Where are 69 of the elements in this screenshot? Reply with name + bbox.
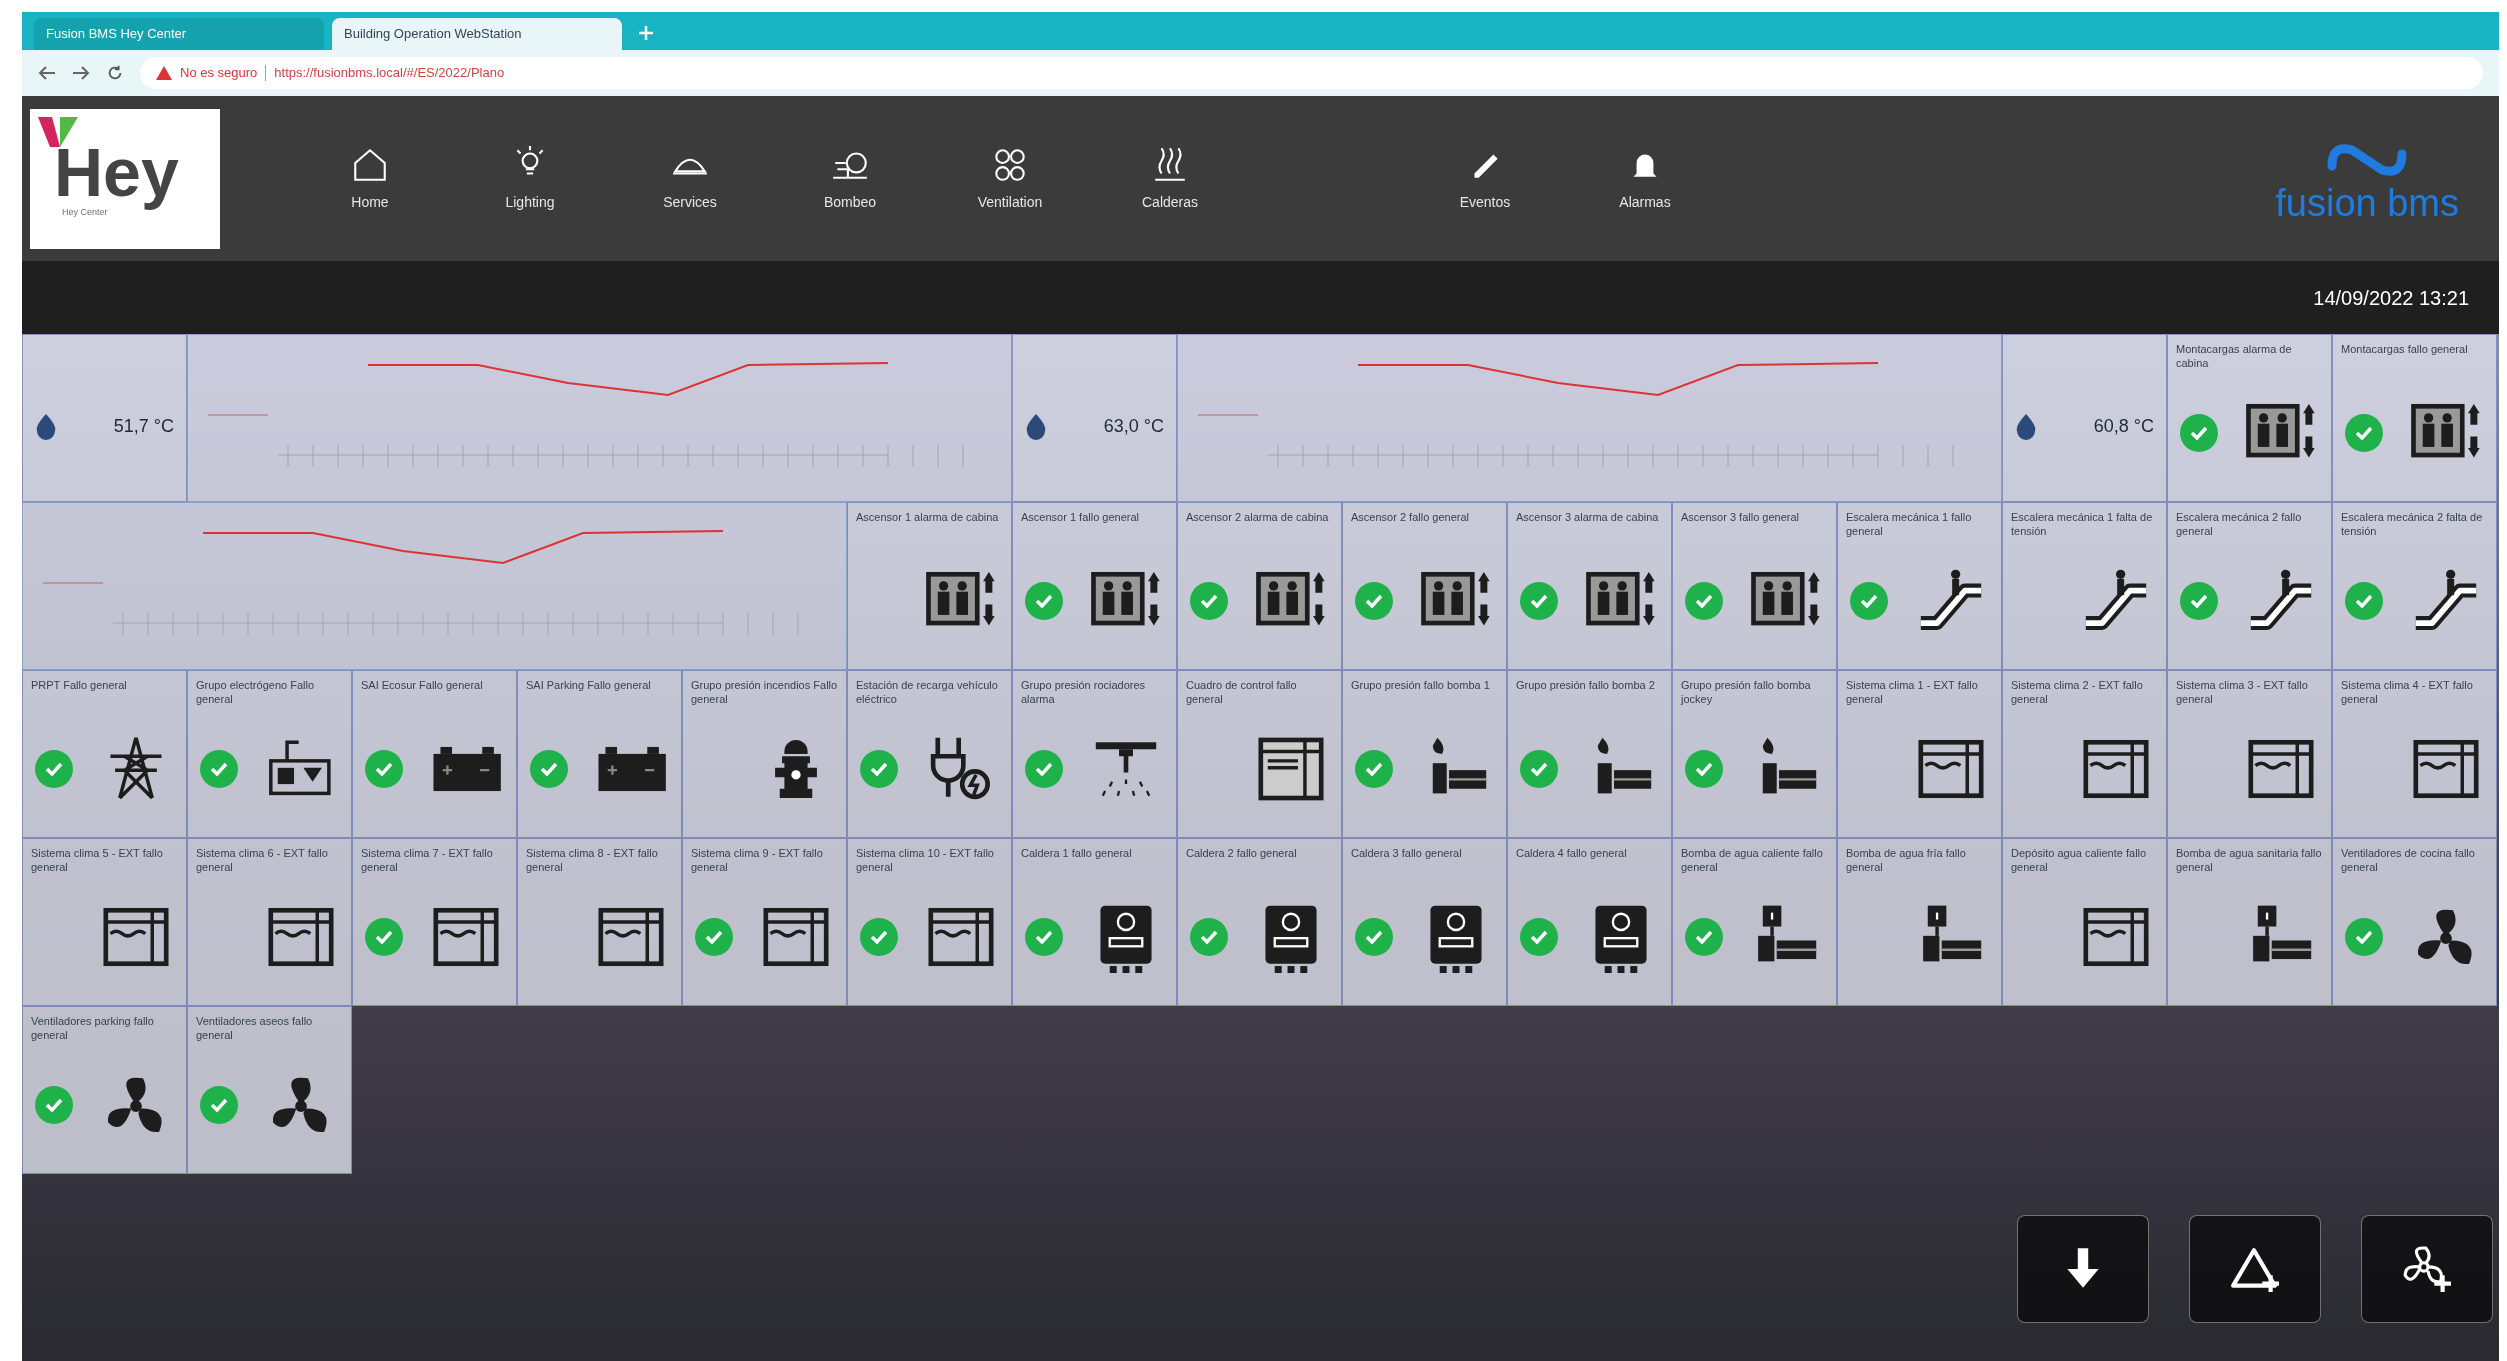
tile-title: Grupo presión rociadores alarma xyxy=(1021,679,1147,707)
tile-title: Caldera 3 fallo general xyxy=(1351,847,1463,861)
nav-button[interactable]: Services xyxy=(610,144,770,213)
tile-title: Ascensor 1 fallo general xyxy=(1021,511,1140,525)
tile-title: Ascensor 3 alarma de cabina xyxy=(1516,511,1660,525)
tile-title: Sistema clima 9 - EXT fallo general xyxy=(691,847,824,875)
tile-title: Sistema clima 5 - EXT fallo general xyxy=(31,847,164,875)
nav-button[interactable]: Alarmas xyxy=(1565,144,1725,213)
reload-icon[interactable] xyxy=(106,64,124,82)
tile-title: Sistema clima 8 - EXT fallo general xyxy=(526,847,659,875)
tile-title: Sistema clima 3 - EXT fallo general xyxy=(2176,679,2309,707)
tile-title: Ascensor 1 alarma de cabina xyxy=(856,511,1000,525)
tile-title: Ascensor 3 fallo general xyxy=(1681,511,1800,525)
fan-add-button[interactable] xyxy=(2361,1215,2493,1323)
temperature-reading: 60,8 °C xyxy=(2093,415,2154,438)
tile-title: Escalera mecánica 1 fallo general xyxy=(1846,511,1973,539)
tile-title: Bomba de agua sanitaria fallo general xyxy=(2176,847,2323,875)
tile-title: Bomba de agua caliente fallo general xyxy=(1681,847,1824,875)
temperature-reading: 51,7 °C xyxy=(113,415,174,438)
nav-button[interactable]: Calderas xyxy=(1090,144,1250,213)
tile-title: Depósito agua caliente fallo general xyxy=(2011,847,2148,875)
tile-title: Ventiladores parking fallo general xyxy=(31,1015,155,1043)
tile-title: Grupo presión fallo bomba jockey xyxy=(1681,679,1812,707)
alarm-add-button[interactable] xyxy=(2189,1215,2321,1323)
security-warning: No es seguro xyxy=(180,64,258,83)
tile-title: Sistema clima 6 - EXT fallo general xyxy=(196,847,329,875)
nav-button[interactable]: Bombeo xyxy=(770,144,930,213)
tile-title: Sistema clima 10 - EXT fallo general xyxy=(856,847,995,875)
tile-title: Ventiladores aseos fallo general xyxy=(196,1015,314,1043)
tile-title: Cuadro de control fallo general xyxy=(1186,679,1298,707)
tile-title: Caldera 2 fallo general xyxy=(1186,847,1298,861)
nav-button[interactable]: Ventilation xyxy=(930,144,1090,213)
nav-button[interactable]: Eventos xyxy=(1405,144,1565,213)
tile-title: Caldera 1 fallo general xyxy=(1021,847,1133,861)
tile-title: Grupo presión fallo bomba 2 xyxy=(1516,679,1656,693)
tile-title: SAI Parking Fallo general xyxy=(526,679,652,693)
tile-title: Sistema clima 2 - EXT fallo general xyxy=(2011,679,2144,707)
tile-title: Grupo electrógeno Fallo general xyxy=(196,679,315,707)
tile-title: Sistema clima 4 - EXT fallo general xyxy=(2341,679,2474,707)
forward-icon[interactable] xyxy=(72,65,90,81)
tile-title: SAI Ecosur Fallo general xyxy=(361,679,484,693)
temperature-reading: 63,0 °C xyxy=(1103,415,1164,438)
tile-title: Ascensor 2 alarma de cabina xyxy=(1186,511,1330,525)
tile-title: Ascensor 2 fallo general xyxy=(1351,511,1470,525)
tile-title: PRPT Fallo general xyxy=(31,679,128,693)
tile-title: Sistema clima 1 - EXT fallo general xyxy=(1846,679,1979,707)
url-text: https://fusionbms.local/#/ES/2022/Plano xyxy=(274,64,505,83)
tile-title: Grupo presión incendios Fallo general xyxy=(691,679,838,707)
tile-title: Sistema clima 7 - EXT fallo general xyxy=(361,847,494,875)
date-time: 14/09/2022 13:21 xyxy=(2313,285,2469,311)
tile-title: Caldera 4 fallo general xyxy=(1516,847,1628,861)
tile-title: Bomba de agua fría fallo general xyxy=(1846,847,1967,875)
tile-title: Estación de recarga vehículo eléctrico xyxy=(856,679,999,707)
tile-title: Grupo presión fallo bomba 1 xyxy=(1351,679,1491,693)
tile-title: Escalera mecánica 2 fallo general xyxy=(2176,511,2303,539)
back-icon[interactable] xyxy=(38,65,56,81)
hey-logo: Hey Hey Center xyxy=(30,108,220,249)
nav-button[interactable]: Home xyxy=(290,144,450,213)
tile-title: Montacargas alarma de cabina xyxy=(2176,343,2293,371)
warning-icon xyxy=(156,66,172,80)
url-field[interactable]: No es seguro https://fusionbms.local/#/ES/2022/Plano xyxy=(140,57,2483,89)
tile-title: Escalera mecánica 1 falta de tensión xyxy=(2011,511,2154,539)
fusion-bms-logo: fusion bms xyxy=(2275,135,2459,222)
tile-title: Escalera mecánica 2 falta de tensión xyxy=(2341,511,2484,539)
download-button[interactable] xyxy=(2017,1215,2149,1323)
browser-tab[interactable]: Building Operation WebStation xyxy=(332,18,622,50)
tile-title: Montacargas fallo general xyxy=(2341,343,2469,357)
tile-title: Ventiladores de cocina fallo general xyxy=(2341,847,2476,875)
nav-button[interactable]: Lighting xyxy=(450,144,610,213)
